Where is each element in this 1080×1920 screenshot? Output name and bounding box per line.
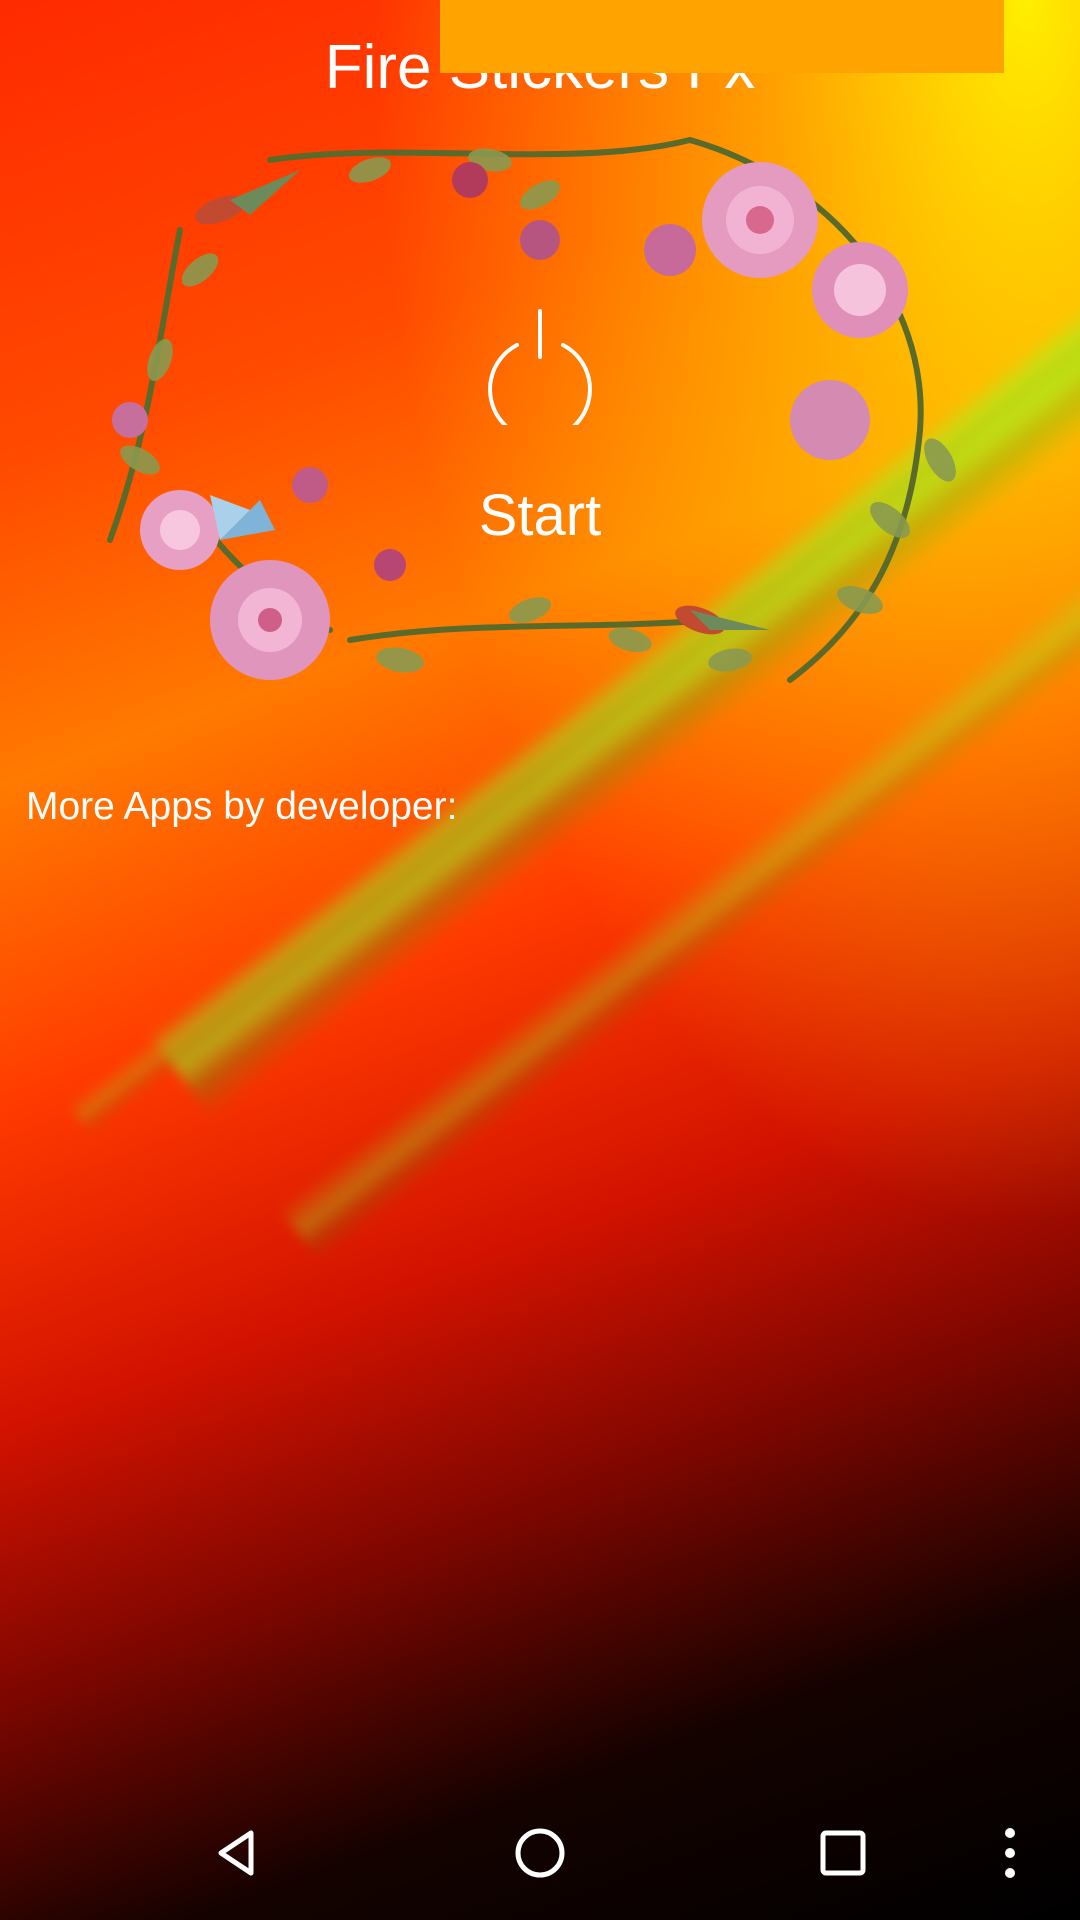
more-apps-label: More Apps by developer:: [26, 785, 458, 828]
start-power-button[interactable]: [485, 305, 595, 442]
start-label[interactable]: Start: [0, 482, 1080, 549]
back-icon: [218, 1830, 254, 1876]
recents-button[interactable]: [776, 1786, 910, 1920]
more-vert-icon: [1005, 1828, 1015, 1878]
ad-banner[interactable]: [440, 0, 1004, 73]
more-options-button[interactable]: [960, 1786, 1060, 1920]
system-navigation-bar: [0, 1786, 1080, 1920]
recents-icon: [820, 1830, 866, 1876]
back-button[interactable]: [170, 1786, 304, 1920]
power-icon: [488, 309, 592, 442]
home-button[interactable]: [473, 1786, 607, 1920]
home-icon: [515, 1828, 565, 1878]
